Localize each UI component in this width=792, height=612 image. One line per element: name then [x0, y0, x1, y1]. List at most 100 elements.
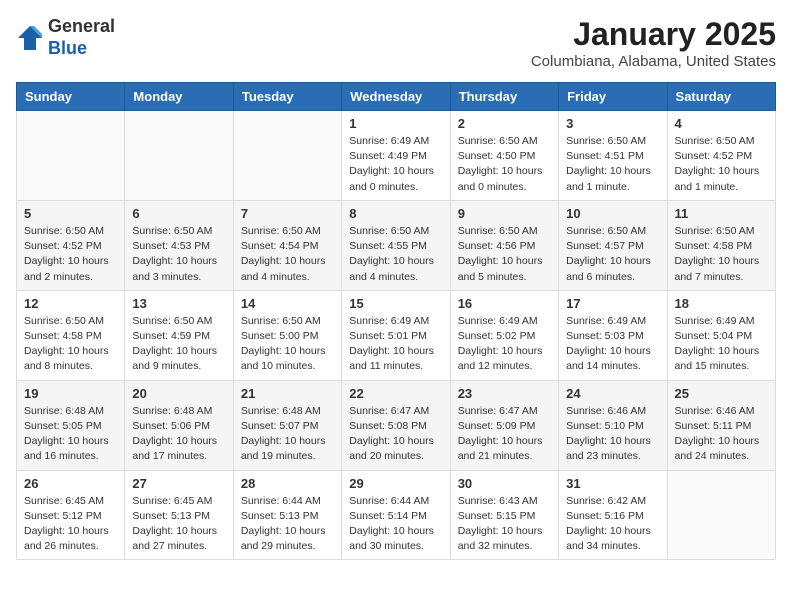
calendar-cell: 5 Sunrise: 6:50 AMSunset: 4:52 PMDaylight…: [17, 200, 125, 290]
day-info: Sunrise: 6:48 AMSunset: 5:06 PMDaylight:…: [132, 404, 225, 465]
day-info: Sunrise: 6:50 AMSunset: 4:56 PMDaylight:…: [458, 224, 551, 285]
day-number: 7: [241, 206, 334, 221]
logo-icon: [16, 24, 44, 52]
day-info: Sunrise: 6:50 AMSunset: 4:52 PMDaylight:…: [675, 134, 768, 195]
weekday-header-sunday: Sunday: [17, 83, 125, 111]
day-number: 6: [132, 206, 225, 221]
day-number: 16: [458, 296, 551, 311]
calendar-cell: [17, 111, 125, 201]
day-number: 19: [24, 386, 117, 401]
day-info: Sunrise: 6:47 AMSunset: 5:08 PMDaylight:…: [349, 404, 442, 465]
calendar-cell: 4 Sunrise: 6:50 AMSunset: 4:52 PMDaylight…: [667, 111, 775, 201]
day-number: 12: [24, 296, 117, 311]
calendar-week-row-2: 5 Sunrise: 6:50 AMSunset: 4:52 PMDaylight…: [17, 200, 776, 290]
day-number: 28: [241, 476, 334, 491]
calendar-cell: 22Sunrise: 6:47 AMSunset: 5:08 PMDayligh…: [342, 380, 450, 470]
day-number: 15: [349, 296, 442, 311]
day-info: Sunrise: 6:49 AMSunset: 5:04 PMDaylight:…: [675, 314, 768, 375]
day-info: Sunrise: 6:46 AMSunset: 5:10 PMDaylight:…: [566, 404, 659, 465]
weekday-header-wednesday: Wednesday: [342, 83, 450, 111]
day-number: 10: [566, 206, 659, 221]
calendar-cell: 30Sunrise: 6:43 AMSunset: 5:15 PMDayligh…: [450, 470, 558, 560]
calendar-cell: 21Sunrise: 6:48 AMSunset: 5:07 PMDayligh…: [233, 380, 341, 470]
calendar-cell: 15Sunrise: 6:49 AMSunset: 5:01 PMDayligh…: [342, 290, 450, 380]
calendar-cell: 28 Sunrise: 6:44 AMSunset: 5:13 PMDayligh…: [233, 470, 341, 560]
location-text: Columbiana, Alabama, United States: [531, 53, 776, 70]
day-info: Sunrise: 6:50 AMSunset: 4:54 PMDaylight:…: [241, 224, 334, 285]
day-number: 29: [349, 476, 442, 491]
calendar-cell: 10 Sunrise: 6:50 AMSunset: 4:57 PMDayligh…: [559, 200, 667, 290]
calendar-week-row-5: 26 Sunrise: 6:45 AMSunset: 5:12 PMDayligh…: [17, 470, 776, 560]
calendar-cell: 1 Sunrise: 6:49 AMSunset: 4:49 PMDaylight…: [342, 111, 450, 201]
logo: General Blue: [16, 16, 115, 59]
logo-blue-text: Blue: [48, 38, 87, 58]
day-number: 1: [349, 116, 442, 131]
calendar-cell: 14Sunrise: 6:50 AMSunset: 5:00 PMDayligh…: [233, 290, 341, 380]
logo-general-text: General: [48, 16, 115, 36]
calendar-table: SundayMondayTuesdayWednesdayThursdayFrid…: [16, 82, 776, 560]
day-info: Sunrise: 6:44 AMSunset: 5:14 PMDaylight:…: [349, 494, 442, 555]
calendar-cell: 24 Sunrise: 6:46 AMSunset: 5:10 PMDayligh…: [559, 380, 667, 470]
day-number: 13: [132, 296, 225, 311]
day-number: 5: [24, 206, 117, 221]
month-title: January 2025: [531, 16, 776, 53]
calendar-cell: 29 Sunrise: 6:44 AMSunset: 5:14 PMDayligh…: [342, 470, 450, 560]
calendar-cell: 17Sunrise: 6:49 AMSunset: 5:03 PMDayligh…: [559, 290, 667, 380]
day-info: Sunrise: 6:47 AMSunset: 5:09 PMDaylight:…: [458, 404, 551, 465]
day-info: Sunrise: 6:48 AMSunset: 5:05 PMDaylight:…: [24, 404, 117, 465]
calendar-cell: 9 Sunrise: 6:50 AMSunset: 4:56 PMDaylight…: [450, 200, 558, 290]
calendar-cell: 6 Sunrise: 6:50 AMSunset: 4:53 PMDaylight…: [125, 200, 233, 290]
day-info: Sunrise: 6:50 AMSunset: 4:58 PMDaylight:…: [675, 224, 768, 285]
calendar-cell: [667, 470, 775, 560]
day-number: 25: [675, 386, 768, 401]
day-number: 2: [458, 116, 551, 131]
day-info: Sunrise: 6:43 AMSunset: 5:15 PMDaylight:…: [458, 494, 551, 555]
day-info: Sunrise: 6:50 AMSunset: 4:52 PMDaylight:…: [24, 224, 117, 285]
calendar-cell: 19 Sunrise: 6:48 AMSunset: 5:05 PMDayligh…: [17, 380, 125, 470]
calendar-cell: 27 Sunrise: 6:45 AMSunset: 5:13 PMDayligh…: [125, 470, 233, 560]
calendar-cell: 25Sunrise: 6:46 AMSunset: 5:11 PMDayligh…: [667, 380, 775, 470]
day-number: 21: [241, 386, 334, 401]
calendar-cell: 3Sunrise: 6:50 AMSunset: 4:51 PMDaylight…: [559, 111, 667, 201]
day-number: 27: [132, 476, 225, 491]
day-info: Sunrise: 6:50 AMSunset: 4:51 PMDaylight:…: [566, 134, 659, 195]
day-info: Sunrise: 6:50 AMSunset: 4:59 PMDaylight:…: [132, 314, 225, 375]
day-info: Sunrise: 6:50 AMSunset: 4:50 PMDaylight:…: [458, 134, 551, 195]
day-info: Sunrise: 6:50 AMSunset: 4:53 PMDaylight:…: [132, 224, 225, 285]
calendar-cell: 13 Sunrise: 6:50 AMSunset: 4:59 PMDayligh…: [125, 290, 233, 380]
day-number: 23: [458, 386, 551, 401]
day-info: Sunrise: 6:50 AMSunset: 4:58 PMDaylight:…: [24, 314, 117, 375]
day-info: Sunrise: 6:50 AMSunset: 4:57 PMDaylight:…: [566, 224, 659, 285]
day-number: 4: [675, 116, 768, 131]
calendar-cell: [125, 111, 233, 201]
day-info: Sunrise: 6:45 AMSunset: 5:12 PMDaylight:…: [24, 494, 117, 555]
day-info: Sunrise: 6:49 AMSunset: 5:02 PMDaylight:…: [458, 314, 551, 375]
title-block: January 2025 Columbiana, Alabama, United…: [531, 16, 776, 70]
weekday-header-saturday: Saturday: [667, 83, 775, 111]
day-number: 9: [458, 206, 551, 221]
day-number: 26: [24, 476, 117, 491]
day-number: 14: [241, 296, 334, 311]
calendar-cell: 7 Sunrise: 6:50 AMSunset: 4:54 PMDaylight…: [233, 200, 341, 290]
calendar-cell: [233, 111, 341, 201]
day-number: 17: [566, 296, 659, 311]
day-info: Sunrise: 6:44 AMSunset: 5:13 PMDaylight:…: [241, 494, 334, 555]
calendar-week-row-1: 1 Sunrise: 6:49 AMSunset: 4:49 PMDaylight…: [17, 111, 776, 201]
calendar-cell: 23 Sunrise: 6:47 AMSunset: 5:09 PMDayligh…: [450, 380, 558, 470]
calendar-cell: 20Sunrise: 6:48 AMSunset: 5:06 PMDayligh…: [125, 380, 233, 470]
calendar-cell: 2 Sunrise: 6:50 AMSunset: 4:50 PMDaylight…: [450, 111, 558, 201]
day-number: 24: [566, 386, 659, 401]
day-info: Sunrise: 6:45 AMSunset: 5:13 PMDaylight:…: [132, 494, 225, 555]
calendar-cell: 8Sunrise: 6:50 AMSunset: 4:55 PMDaylight…: [342, 200, 450, 290]
weekday-header-row: SundayMondayTuesdayWednesdayThursdayFrid…: [17, 83, 776, 111]
page-header: General Blue January 2025 Columbiana, Al…: [16, 16, 776, 70]
calendar-week-row-4: 19 Sunrise: 6:48 AMSunset: 5:05 PMDayligh…: [17, 380, 776, 470]
calendar-cell: 16 Sunrise: 6:49 AMSunset: 5:02 PMDayligh…: [450, 290, 558, 380]
weekday-header-tuesday: Tuesday: [233, 83, 341, 111]
day-number: 8: [349, 206, 442, 221]
calendar-cell: 26 Sunrise: 6:45 AMSunset: 5:12 PMDayligh…: [17, 470, 125, 560]
calendar-cell: 18Sunrise: 6:49 AMSunset: 5:04 PMDayligh…: [667, 290, 775, 380]
calendar-cell: 31Sunrise: 6:42 AMSunset: 5:16 PMDayligh…: [559, 470, 667, 560]
day-info: Sunrise: 6:49 AMSunset: 4:49 PMDaylight:…: [349, 134, 442, 195]
day-info: Sunrise: 6:42 AMSunset: 5:16 PMDaylight:…: [566, 494, 659, 555]
